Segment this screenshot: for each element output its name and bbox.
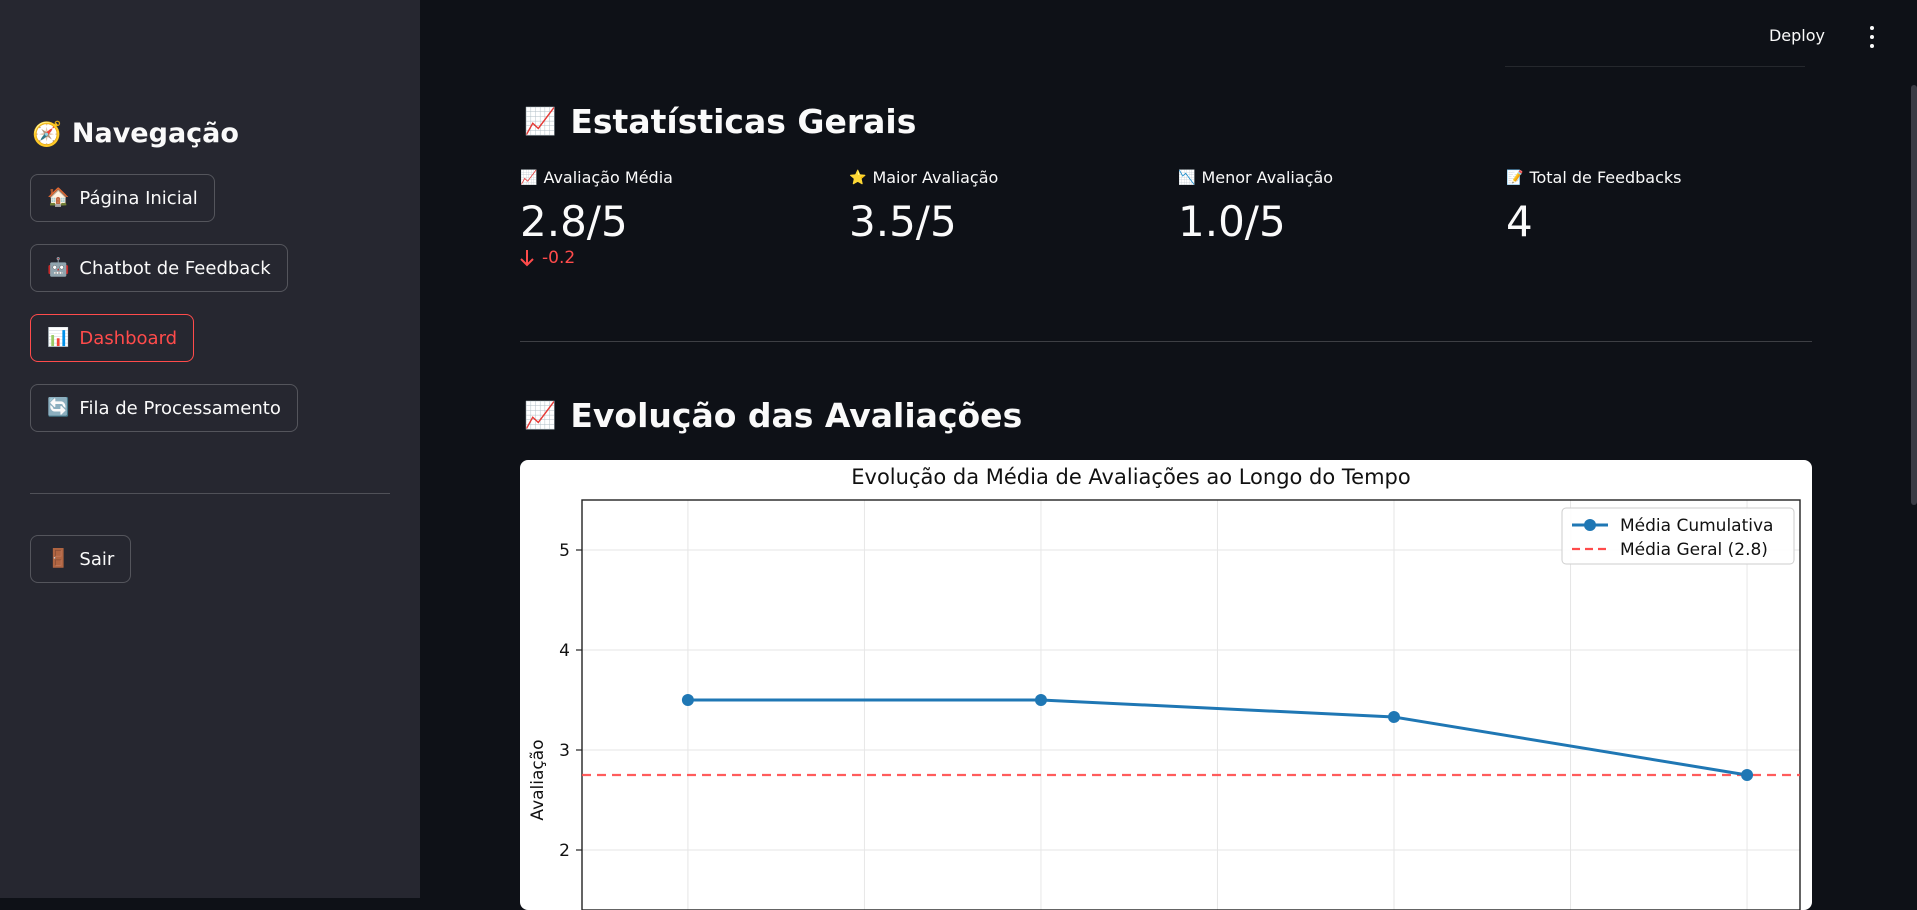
stats-heading-text: Estatísticas Gerais bbox=[570, 102, 917, 141]
compass-icon: 🧭 bbox=[32, 119, 62, 148]
data-point bbox=[1034, 694, 1047, 706]
house-icon: 🏠 bbox=[47, 187, 70, 208]
sidebar-item-chatbot[interactable]: 🤖 Chatbot de Feedback bbox=[30, 244, 288, 292]
metric-label-text: Avaliação Média bbox=[543, 168, 673, 187]
sidebar-item-label: Chatbot de Feedback bbox=[79, 257, 271, 279]
star-icon: ⭐ bbox=[849, 169, 867, 186]
metric-total-feedbacks: 📝 Total de Feedbacks 4 bbox=[1506, 168, 1826, 246]
logout-button[interactable]: 🚪 Sair bbox=[30, 535, 132, 583]
sidebar: 🧭 Navegação 🏠 Página Inicial 🤖 Chatbot d… bbox=[0, 0, 420, 898]
door-icon: 🚪 bbox=[47, 548, 70, 569]
sidebar-item-label: Fila de Processamento bbox=[79, 397, 281, 419]
metric-delta: -0.2 bbox=[520, 248, 840, 268]
sidebar-item-label: Página Inicial bbox=[79, 187, 198, 209]
robot-icon: 🤖 bbox=[47, 257, 70, 278]
metric-menor-avaliacao: 📉 Menor Avaliação 1.0/5 bbox=[1178, 168, 1498, 246]
chart-increasing-icon: 📈 bbox=[524, 106, 557, 137]
metric-value: 4 bbox=[1506, 197, 1533, 246]
sidebar-item-label: Dashboard bbox=[79, 327, 178, 349]
evolution-heading-text: Evolução das Avaliações bbox=[570, 396, 1023, 435]
sidebar-item-dashboard[interactable]: 📊 Dashboard bbox=[30, 314, 195, 362]
header-divider bbox=[1505, 66, 1805, 67]
chart-decreasing-icon: 📉 bbox=[1178, 169, 1196, 186]
legend-marker-series bbox=[1584, 519, 1596, 531]
y-tick-label: 5 bbox=[559, 541, 570, 561]
metric-label: 📈 Avaliação Média bbox=[520, 168, 840, 187]
bar-chart-icon: 📊 bbox=[47, 327, 70, 348]
stats-heading: 📈 Estatísticas Gerais bbox=[524, 102, 916, 141]
metric-label-text: Maior Avaliação bbox=[872, 168, 999, 187]
sidebar-item-fila[interactable]: 🔄 Fila de Processamento bbox=[30, 384, 298, 432]
y-tick-label: 3 bbox=[559, 741, 570, 761]
metric-value: 3.5/5 bbox=[849, 197, 957, 246]
metric-label: 📝 Total de Feedbacks bbox=[1506, 168, 1826, 187]
y-tick-label: 2 bbox=[559, 841, 570, 861]
y-axis-label: Avaliação bbox=[528, 739, 548, 820]
metric-label-text: Menor Avaliação bbox=[1201, 168, 1334, 187]
kebab-menu-icon[interactable] bbox=[1863, 26, 1881, 48]
memo-icon: 📝 bbox=[1506, 169, 1524, 186]
metric-value: 2.8/5 bbox=[520, 197, 628, 246]
deploy-button[interactable]: Deploy bbox=[1769, 26, 1825, 45]
legend-label-reference: Média Geral (2.8) bbox=[1620, 540, 1768, 560]
evolution-heading: 📈 Evolução das Avaliações bbox=[524, 396, 1022, 435]
metric-label: ⭐ Maior Avaliação bbox=[849, 168, 1169, 187]
data-point bbox=[681, 694, 694, 706]
chart-increasing-icon: 📈 bbox=[524, 400, 557, 431]
arrow-down-icon bbox=[520, 250, 534, 267]
metric-maior-avaliacao: ⭐ Maior Avaliação 3.5/5 bbox=[849, 168, 1169, 246]
section-divider bbox=[520, 341, 1812, 342]
refresh-icon: 🔄 bbox=[47, 397, 70, 418]
sidebar-title: 🧭 Navegação bbox=[32, 118, 239, 149]
metric-label: 📉 Menor Avaliação bbox=[1178, 168, 1498, 187]
data-point bbox=[1741, 769, 1754, 781]
metric-value: 1.0/5 bbox=[1178, 197, 1286, 246]
metric-avaliacao-media: 📈 Avaliação Média 2.8/5 -0.2 bbox=[520, 168, 840, 268]
scrollbar[interactable] bbox=[1911, 85, 1917, 505]
sidebar-divider bbox=[30, 493, 390, 494]
chart-title: Evolução da Média de Avaliações ao Longo… bbox=[851, 465, 1410, 489]
evolution-chart: Evolução da Média de Avaliações ao Longo… bbox=[528, 465, 1801, 910]
chart-increasing-icon: 📈 bbox=[520, 169, 538, 186]
sidebar-title-text: Navegação bbox=[71, 118, 239, 149]
logout-label: Sair bbox=[79, 548, 115, 570]
data-point bbox=[1388, 711, 1400, 723]
evolution-chart-card: Evolução da Média de Avaliações ao Longo… bbox=[520, 460, 1812, 910]
metric-delta-text: -0.2 bbox=[542, 248, 576, 268]
top-bar: Deploy bbox=[1317, 0, 1917, 75]
y-tick-label: 4 bbox=[559, 641, 570, 661]
legend-label-series: Média Cumulativa bbox=[1620, 516, 1773, 536]
sidebar-item-pagina-inicial[interactable]: 🏠 Página Inicial bbox=[30, 174, 215, 222]
metric-label-text: Total de Feedbacks bbox=[1529, 168, 1682, 187]
